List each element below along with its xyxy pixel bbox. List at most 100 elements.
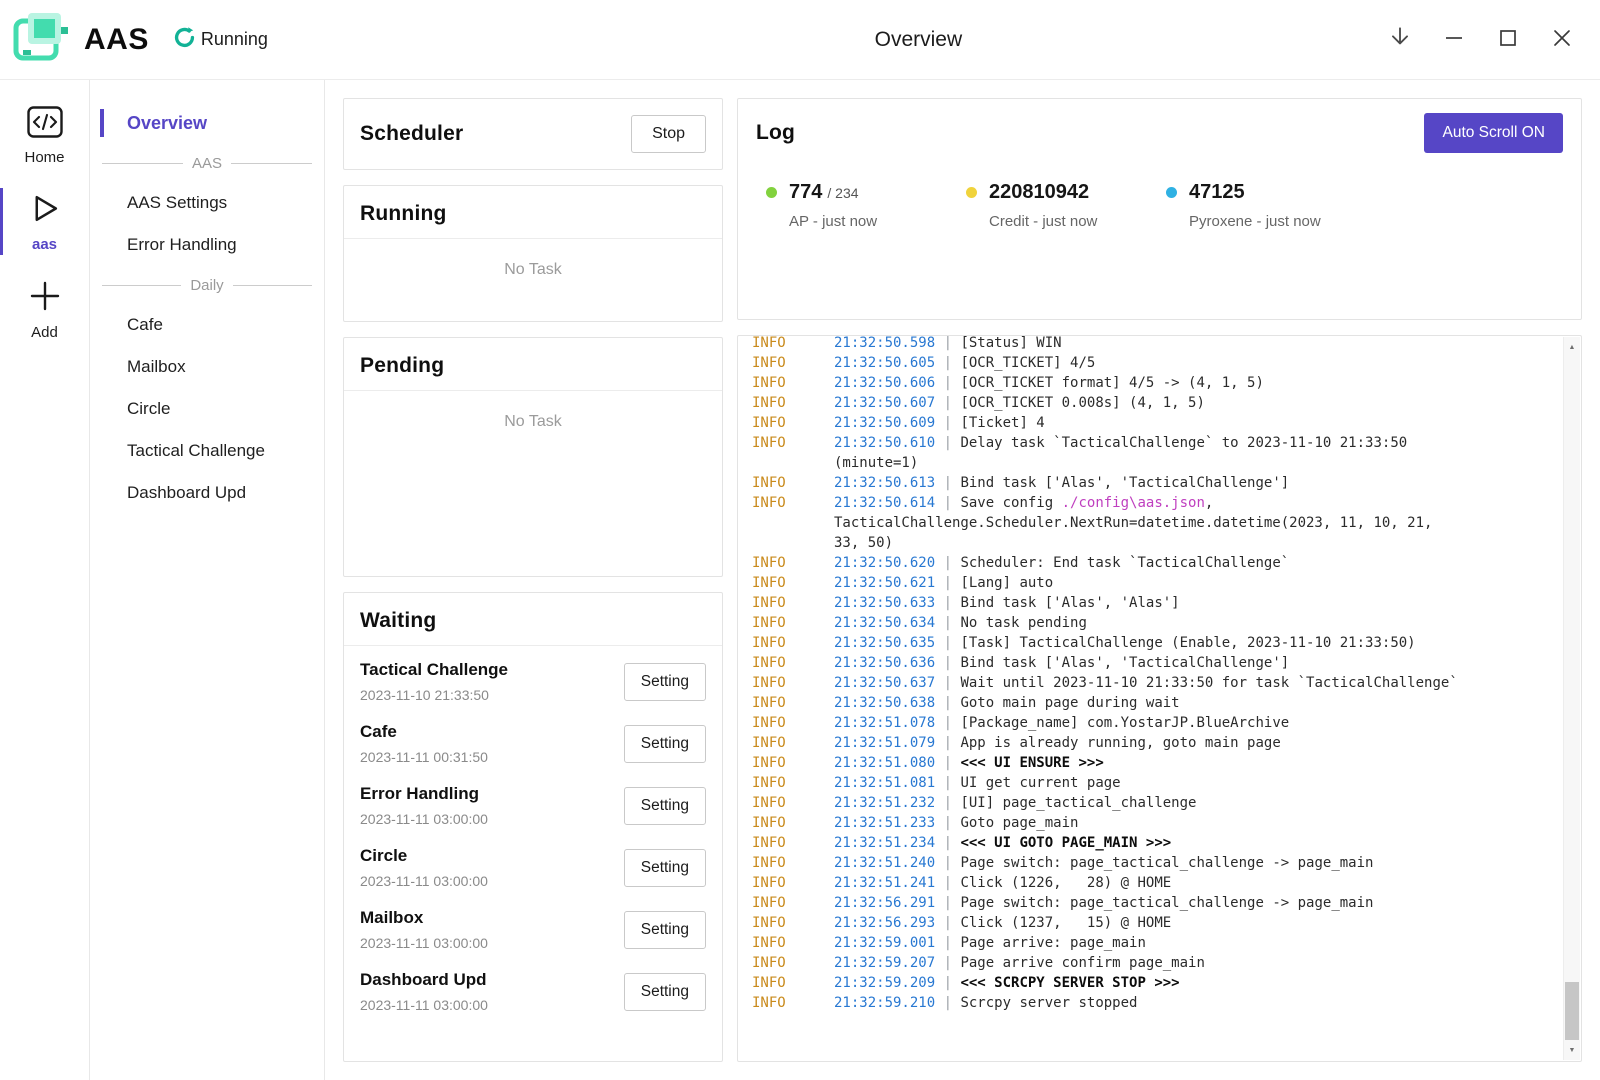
pending-card: Pending No Task xyxy=(343,337,723,577)
log-line: INFO21:32:50.598 | [Status] WIN xyxy=(752,335,1549,353)
setting-button[interactable]: Setting xyxy=(624,911,706,949)
log-timestamp: 21:32:50.610 xyxy=(834,435,935,451)
download-button[interactable] xyxy=(1380,20,1420,60)
sidebar-item-tactical-challenge[interactable]: Tactical Challenge xyxy=(90,430,324,472)
app-logo-icon xyxy=(12,9,72,70)
maximize-icon xyxy=(1497,27,1519,52)
rail-item-add[interactable]: Add xyxy=(0,269,89,349)
log-timestamp: 21:32:51.234 xyxy=(834,835,935,851)
waiting-task-time: 2023-11-11 03:00:00 xyxy=(360,997,488,1013)
sidebar-item-mailbox[interactable]: Mailbox xyxy=(90,346,324,388)
log-level: INFO xyxy=(752,893,834,913)
download-icon xyxy=(1387,25,1413,54)
rail-item-label: aas xyxy=(32,236,57,253)
sidebar-item-aas-settings[interactable]: AAS Settings xyxy=(90,182,324,224)
waiting-task-info: Cafe 2023-11-11 00:31:50 xyxy=(360,722,488,765)
close-button[interactable] xyxy=(1542,20,1582,60)
scrollbar-thumb[interactable] xyxy=(1565,982,1579,1040)
setting-button[interactable]: Setting xyxy=(624,725,706,763)
log-line: INFO21:32:59.207 | Page arrive confirm p… xyxy=(752,953,1549,973)
sidebar-item-cafe[interactable]: Cafe xyxy=(90,304,324,346)
log-message: Page switch: page_tactical_challenge -> … xyxy=(960,855,1373,871)
scroll-down-icon[interactable]: ▼ xyxy=(1564,1042,1580,1058)
log-message: Save config xyxy=(960,495,1061,511)
log-timestamp: 21:32:59.209 xyxy=(834,975,935,991)
log-message: [Ticket] 4 xyxy=(960,415,1044,431)
stat-value: 220810942 xyxy=(989,181,1089,203)
log-level: INFO xyxy=(752,793,834,813)
waiting-title: Waiting xyxy=(360,609,436,632)
running-status: Running xyxy=(173,26,268,54)
stop-button[interactable]: Stop xyxy=(631,115,706,153)
stat-label: Pyroxene - just now xyxy=(1189,213,1321,230)
waiting-task-time: 2023-11-11 00:31:50 xyxy=(360,749,488,765)
waiting-task-info: Mailbox2023-11-11 03:00:00 xyxy=(360,908,488,951)
log-message: [Task] TacticalChallenge (Enable, 2023-1… xyxy=(960,635,1415,651)
log-title: Log xyxy=(756,121,795,145)
task-column: Scheduler Stop Running No Task Pending N… xyxy=(343,98,723,1062)
log-line: INFO21:32:51.081 | UI get current page xyxy=(752,773,1549,793)
log-timestamp: 21:32:51.078 xyxy=(834,715,935,731)
rail-item-home[interactable]: Home xyxy=(0,96,89,174)
log-line: INFO21:32:50.613 | Bind task ['Alas', 'T… xyxy=(752,473,1549,493)
setting-button[interactable]: Setting xyxy=(624,849,706,887)
sidebar-item-overview[interactable]: Overview xyxy=(90,102,324,144)
rail-item-aas[interactable]: aas xyxy=(0,182,89,261)
scroll-up-icon[interactable]: ▲ xyxy=(1564,339,1580,355)
log-message: Bind task ['Alas', 'Alas'] xyxy=(960,595,1179,611)
log-level: INFO xyxy=(752,873,834,893)
log-scrollbar[interactable]: ▲ ▼ xyxy=(1563,337,1580,1060)
waiting-task-name: Cafe xyxy=(360,722,488,742)
log-timestamp: 21:32:50.607 xyxy=(834,395,935,411)
log-level: INFO xyxy=(752,833,834,853)
log-message: <<< UI ENSURE >>> xyxy=(960,755,1103,771)
log-level: INFO xyxy=(752,473,834,493)
log-level: INFO xyxy=(752,653,834,673)
log-message: [OCR_TICKET] 4/5 xyxy=(960,355,1095,371)
rail-item-label: Home xyxy=(24,149,64,166)
log-level: INFO xyxy=(752,493,834,553)
setting-button[interactable]: Setting xyxy=(624,973,706,1011)
log-line: INFO21:32:51.233 | Goto page_main xyxy=(752,813,1549,833)
auto-scroll-button[interactable]: Auto Scroll ON xyxy=(1424,113,1563,153)
stat-value: 47125 xyxy=(1189,181,1245,203)
dashboard-stat: 220810942Credit - just now xyxy=(966,181,1154,230)
log-level: INFO xyxy=(752,693,834,713)
log-line: INFO21:32:51.079 | App is already runnin… xyxy=(752,733,1549,753)
waiting-task-name: Tactical Challenge xyxy=(360,660,508,680)
sidebar-item-circle[interactable]: Circle xyxy=(90,388,324,430)
stat-dot-icon xyxy=(1166,187,1177,198)
log-message: Scrcpy server stopped xyxy=(960,995,1137,1011)
app-name: AAS xyxy=(84,23,149,57)
maximize-button[interactable] xyxy=(1488,20,1528,60)
log-line: INFO21:32:50.635 | [Task] TacticalChalle… xyxy=(752,633,1549,653)
log-timestamp: 21:32:51.232 xyxy=(834,795,935,811)
pending-empty-label: No Task xyxy=(344,391,722,431)
log-level: INFO xyxy=(752,913,834,933)
rail-item-label: Add xyxy=(31,324,58,341)
play-icon xyxy=(28,192,61,230)
log-output[interactable]: INFO21:32:50.598 | [Status] WININFO21:32… xyxy=(737,335,1582,1062)
log-line: INFO21:32:50.633 | Bind task ['Alas', 'A… xyxy=(752,593,1549,613)
log-level: INFO xyxy=(752,553,834,573)
log-timestamp: 21:32:51.241 xyxy=(834,875,935,891)
log-level: INFO xyxy=(752,973,834,993)
waiting-task-name: Dashboard Upd xyxy=(360,970,488,990)
log-timestamp: 21:32:56.291 xyxy=(834,895,935,911)
setting-button[interactable]: Setting xyxy=(624,663,706,701)
setting-button[interactable]: Setting xyxy=(624,787,706,825)
log-line: INFO21:32:56.291 | Page switch: page_tac… xyxy=(752,893,1549,913)
log-level: INFO xyxy=(752,993,834,1013)
sidebar-item-dashboard-upd[interactable]: Dashboard Upd xyxy=(90,472,324,514)
log-timestamp: 21:32:50.613 xyxy=(834,475,935,491)
waiting-task-time: 2023-11-11 03:00:00 xyxy=(360,873,488,889)
minimize-button[interactable] xyxy=(1434,20,1474,60)
waiting-task-info: Tactical Challenge2023-11-10 21:33:50 xyxy=(360,660,508,703)
sidebar-item-error-handling[interactable]: Error Handling xyxy=(90,224,324,266)
log-level: INFO xyxy=(752,393,834,413)
waiting-task-info: Error Handling2023-11-11 03:00:00 xyxy=(360,784,488,827)
log-level: INFO xyxy=(752,713,834,733)
log-line: INFO21:32:59.001 | Page arrive: page_mai… xyxy=(752,933,1549,953)
log-level: INFO xyxy=(752,633,834,653)
log-message: UI get current page xyxy=(960,775,1120,791)
